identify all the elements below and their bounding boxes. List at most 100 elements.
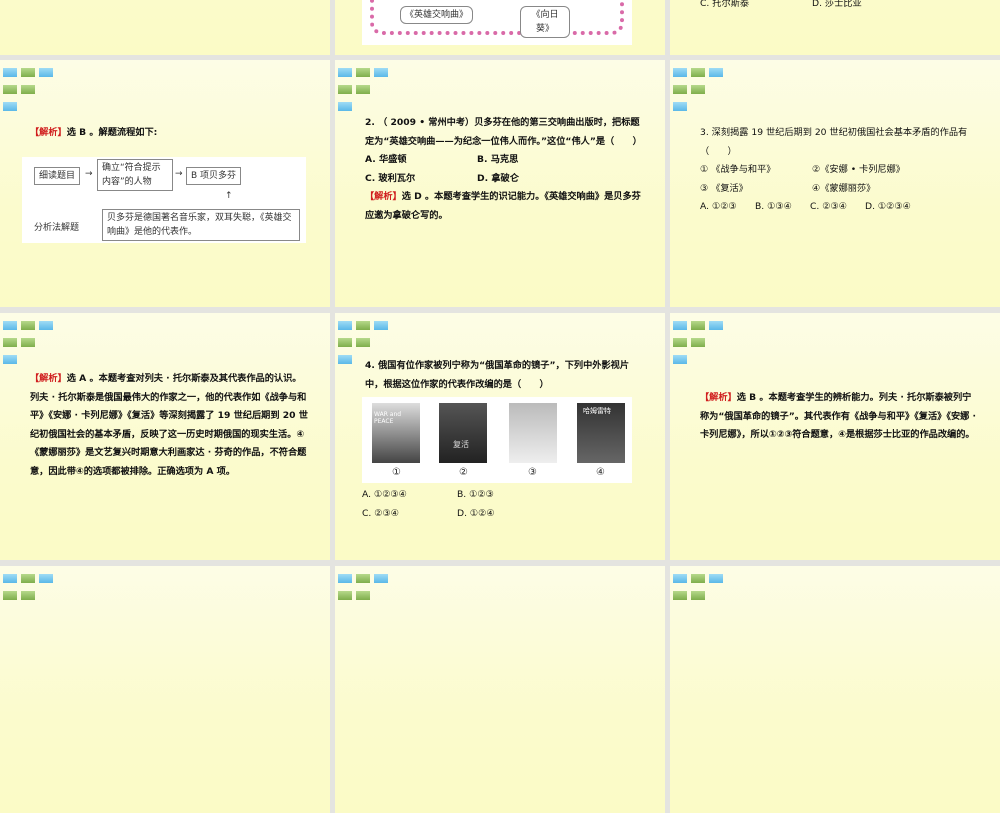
deco-square: [338, 355, 352, 364]
flow-note: 贝多芬是德国著名音乐家，双耳失聪，《英雄交响曲》是他的代表作。: [102, 209, 300, 241]
item: ④《蒙娜丽莎》: [812, 182, 876, 194]
deco-square: [673, 591, 687, 600]
deco-square: [691, 591, 705, 600]
figure-label: 《向日葵》: [520, 6, 570, 38]
arrow-icon: →: [175, 169, 183, 179]
flow-step: 细读题目: [34, 167, 81, 185]
deco-square: [39, 68, 53, 77]
slide-thumbnail[interactable]: 4. 俄国有位作家被列宁称为“俄国革命的镜子”，下列中外影视片中，根据这位作家的…: [335, 313, 665, 560]
poster-image: WAR and PEACE: [372, 403, 420, 463]
deco-square: [338, 321, 352, 330]
option: A. ①②③: [700, 201, 737, 212]
figure-label: 《英雄交响曲》: [400, 6, 474, 24]
slide-thumbnail[interactable]: 【解析】选 A 。本题考查对列夫 · 托尔斯泰及其代表作品的认识。列夫 · 托尔…: [0, 313, 330, 560]
deco-square: [21, 338, 35, 347]
question-text: 2. （ 2009 • 常州中考）贝多芬在他的第三交响曲出版时，把标题定为“英雄…: [365, 117, 642, 147]
deco-square: [3, 321, 17, 330]
deco-square: [356, 85, 370, 94]
poster-title: WAR and PEACE: [374, 411, 402, 425]
analysis-text: 选 A 。本题考查对列夫 · 托尔斯泰及其代表作品的认识。列夫 · 托尔斯泰是俄…: [30, 373, 308, 477]
deco-square: [338, 102, 352, 111]
option: D. ①②③④: [865, 201, 911, 212]
deco-square: [338, 338, 352, 347]
poster-label: ④: [596, 467, 605, 478]
item: ① 《战争与和平》: [700, 164, 776, 175]
deco-square: [673, 355, 687, 364]
option: D. 拿破仑: [477, 172, 519, 184]
deco-square: [691, 85, 705, 94]
deco-square: [691, 321, 705, 330]
slide-thumbnail[interactable]: 《英雄交响曲》 《向日葵》: [335, 0, 665, 55]
question-text: 3. 深刻揭露 19 世纪后期到 20 世纪初俄国社会基本矛盾的作品有（ ）: [700, 127, 968, 157]
slide-thumbnail[interactable]: C. 托尔斯泰 D. 莎士比亚: [670, 0, 1000, 55]
poster-image: [509, 403, 557, 463]
deco-square: [673, 574, 687, 583]
question-text: 4. 俄国有位作家被列宁称为“俄国革命的镜子”，下列中外影视片中，根据这位作家的…: [365, 360, 630, 390]
deco-square: [3, 355, 17, 364]
deco-square: [3, 338, 17, 347]
option: A. ①②③④: [362, 489, 407, 500]
option: C. 托尔斯泰: [700, 0, 750, 9]
deco-square: [338, 591, 352, 600]
analysis-text: 选 D 。本题考查学生的识记能力。《英雄交响曲》是贝多芬应邀为拿破仑写的。: [365, 191, 641, 221]
option: B. ①③④: [755, 201, 792, 212]
analysis-tag: 【解析】: [30, 127, 67, 138]
deco-square: [21, 85, 35, 94]
analysis-text: 选 B 。解题流程如下:: [66, 127, 158, 138]
slide-thumbnail[interactable]: 【解析】选 B 。本题考查学生的辨析能力。列夫 · 托尔斯泰被列宁称为“俄国革命…: [670, 313, 1000, 560]
item: ③ 《复活》: [700, 182, 748, 194]
deco-square: [21, 68, 35, 77]
deco-square: [673, 102, 687, 111]
slide-thumbnail[interactable]: [0, 566, 330, 813]
analysis-tag: 【解析】: [30, 373, 67, 384]
deco-square: [3, 102, 17, 111]
arrow-up-icon: ↑: [225, 191, 233, 201]
analysis-tag: 【解析】: [700, 392, 737, 403]
deco-square: [709, 68, 723, 77]
deco-square: [3, 574, 17, 583]
poster-title: 哈姆雷特: [583, 407, 611, 415]
slide-thumbnail[interactable]: [0, 0, 330, 55]
poster-label: ①: [392, 467, 401, 478]
deco-square: [21, 321, 35, 330]
deco-square: [39, 574, 53, 583]
flow-step: 确立“符合提示内容”的人物: [97, 159, 173, 191]
deco-square: [3, 591, 17, 600]
deco-square: [709, 321, 723, 330]
slide-thumbnail[interactable]: 【解析】选 B 。解题流程如下: 细读题目 → 确立“符合提示内容”的人物 → …: [0, 60, 330, 307]
deco-square: [673, 338, 687, 347]
poster-label: ②: [459, 467, 468, 478]
deco-square: [374, 68, 388, 77]
poster-title: 复活: [453, 440, 469, 449]
deco-square: [673, 68, 687, 77]
deco-square: [673, 85, 687, 94]
analysis-text: 选 B 。本题考查学生的辨析能力。列夫 · 托尔斯泰被列宁称为“俄国革命的镜子”…: [700, 392, 977, 440]
poster-image: 哈姆雷特: [577, 403, 625, 463]
flowchart: 细读题目 → 确立“符合提示内容”的人物 → B 项贝多芬 ↑ 分析法解题 贝多…: [22, 157, 306, 243]
deco-square: [374, 321, 388, 330]
deco-square: [673, 321, 687, 330]
slide-thumbnail[interactable]: 3. 深刻揭露 19 世纪后期到 20 世纪初俄国社会基本矛盾的作品有（ ） ①…: [670, 60, 1000, 307]
deco-square: [356, 338, 370, 347]
flow-step: B 项贝多芬: [186, 167, 242, 185]
poster-label: ③: [528, 467, 537, 478]
slide-thumbnail[interactable]: [335, 566, 665, 813]
deco-square: [338, 68, 352, 77]
analysis-tag: 【解析】: [365, 191, 402, 202]
slide-thumbnail[interactable]: [670, 566, 1000, 813]
option: C. ②③④: [810, 201, 847, 212]
option: B. 马克思: [477, 154, 519, 165]
option: C. ②③④: [362, 507, 399, 519]
option: D. ①②④: [457, 507, 495, 519]
deco-square: [21, 591, 35, 600]
deco-square: [374, 574, 388, 583]
slide-thumbnail[interactable]: 2. （ 2009 • 常州中考）贝多芬在他的第三交响曲出版时，把标题定为“英雄…: [335, 60, 665, 307]
deco-square: [356, 321, 370, 330]
deco-square: [356, 591, 370, 600]
flow-label: 分析法解题: [34, 223, 80, 233]
option: A. 华盛顿: [365, 154, 407, 165]
arrow-icon: →: [85, 169, 93, 179]
poster-image: 复活: [439, 403, 487, 463]
deco-square: [356, 574, 370, 583]
deco-square: [338, 574, 352, 583]
